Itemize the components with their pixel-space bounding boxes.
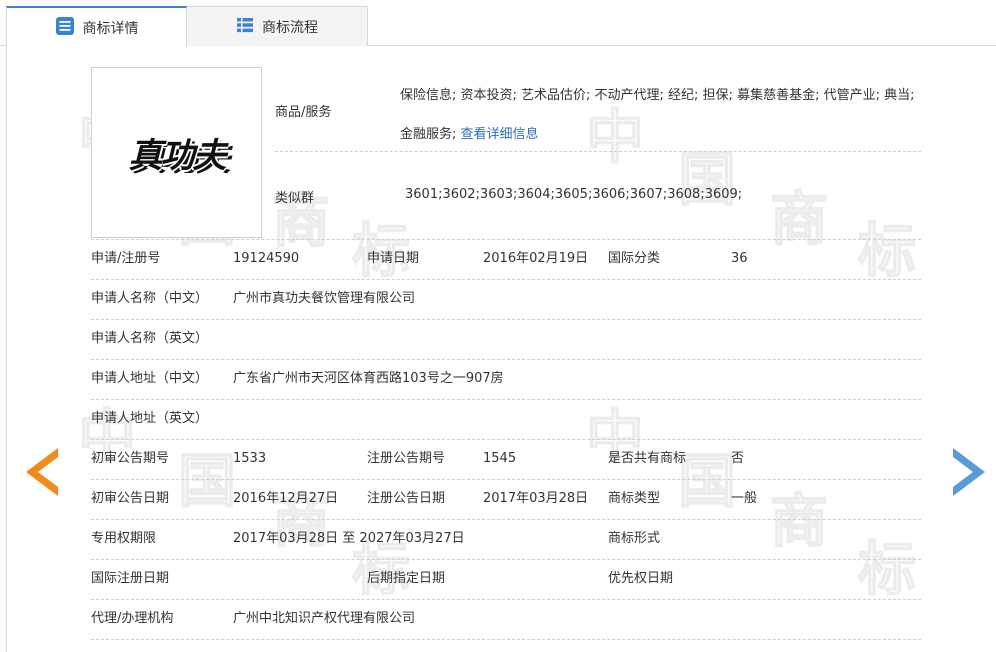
field-value: 广州市真功夫餐饮管理有限公司 bbox=[233, 291, 416, 306]
field-label: 专用权期限 bbox=[91, 531, 157, 546]
tab-trademark-details[interactable]: 商标详情 bbox=[6, 6, 187, 47]
detail-row: 初审公告日期 2016年12月27日 注册公告日期 2017年03月28日 商标类型 一般 bbox=[91, 480, 921, 520]
tab-label: 商标详情 bbox=[82, 20, 139, 37]
field-value: 19124590 bbox=[233, 251, 300, 266]
list-icon bbox=[236, 16, 254, 38]
detail-row: 申请/注册号 19124590 申请日期 2016年02月19日 国际分类 36 bbox=[91, 240, 921, 280]
divider bbox=[91, 639, 921, 640]
field-label: 国际注册日期 bbox=[91, 571, 170, 586]
similar-group-label: 类似群 bbox=[275, 191, 315, 206]
field-label: 申请人名称（中文） bbox=[91, 291, 209, 306]
field-label: 是否共有商标 bbox=[608, 451, 687, 466]
field-value: 广州中北知识产权代理有限公司 bbox=[233, 611, 416, 626]
detail-row: 申请人地址（英文） bbox=[91, 400, 921, 440]
field-label: 初审公告日期 bbox=[91, 491, 170, 506]
divider bbox=[275, 151, 921, 152]
field-label: 优先权日期 bbox=[608, 571, 674, 586]
trademark-logo: 真功夫 bbox=[128, 136, 227, 176]
goods-services-label: 商品/服务 bbox=[275, 105, 332, 120]
field-value: 否 bbox=[731, 451, 745, 466]
field-label: 申请人地址（中文） bbox=[91, 371, 209, 386]
field-label: 注册公告日期 bbox=[367, 491, 446, 506]
detail-row: 代理/办理机构 广州中北知识产权代理有限公司 bbox=[91, 600, 921, 640]
field-label: 初审公告期号 bbox=[91, 451, 170, 466]
detail-row: 申请人名称（中文） 广州市真功夫餐饮管理有限公司 bbox=[91, 280, 921, 320]
previous-arrow-icon[interactable] bbox=[26, 448, 58, 496]
field-value: 1545 bbox=[483, 451, 517, 466]
field-value: 1533 bbox=[233, 451, 267, 466]
field-label: 后期指定日期 bbox=[367, 571, 446, 586]
field-value: 广东省广州市天河区体育西路103号之一907房 bbox=[233, 371, 504, 386]
field-value: 2017年03月28日 bbox=[483, 491, 589, 506]
field-value: 2016年02月19日 bbox=[483, 251, 589, 266]
view-details-link[interactable]: 查看详细信息 bbox=[461, 127, 539, 142]
field-label: 代理/办理机构 bbox=[91, 611, 174, 626]
field-label: 注册公告期号 bbox=[367, 451, 446, 466]
tab-bar: 商标详情 商标流程 bbox=[0, 0, 996, 47]
field-value: 36 bbox=[731, 251, 748, 266]
field-value: 2016年12月27日 bbox=[233, 491, 339, 506]
goods-services-value: 保险信息; 资本投资; 艺术品估价; 不动产代理; 经纪; 担保; 募集慈善基金… bbox=[400, 76, 922, 154]
field-label: 申请人名称（英文） bbox=[91, 331, 209, 346]
tab-trademark-process[interactable]: 商标流程 bbox=[187, 6, 368, 46]
detail-row: 国际注册日期 后期指定日期 优先权日期 bbox=[91, 560, 921, 600]
trademark-image[interactable]: 真功夫 bbox=[91, 67, 262, 238]
similar-group-value: 3601;3602;3603;3604;3605;3606;3607;3608;… bbox=[405, 187, 743, 202]
field-value: 一般 bbox=[731, 491, 758, 506]
next-arrow-icon[interactable] bbox=[953, 448, 985, 496]
detail-row: 申请人名称（英文） bbox=[91, 320, 921, 360]
field-value: 2017年03月28日 至 2027年03月27日 bbox=[233, 531, 465, 546]
detail-row: 专用权期限 2017年03月28日 至 2027年03月27日 商标形式 bbox=[91, 520, 921, 560]
field-label: 商标类型 bbox=[608, 491, 661, 506]
document-list-icon bbox=[55, 16, 75, 40]
field-label: 申请人地址（英文） bbox=[91, 411, 209, 426]
field-label: 国际分类 bbox=[608, 251, 661, 266]
detail-row: 初审公告期号 1533 注册公告期号 1545 是否共有商标 否 bbox=[91, 440, 921, 480]
detail-row: 申请人地址（中文） 广东省广州市天河区体育西路103号之一907房 bbox=[91, 360, 921, 400]
tab-label: 商标流程 bbox=[262, 19, 318, 36]
field-label: 申请/注册号 bbox=[91, 251, 161, 266]
field-label: 申请日期 bbox=[367, 251, 420, 266]
field-label: 商标形式 bbox=[608, 531, 661, 546]
